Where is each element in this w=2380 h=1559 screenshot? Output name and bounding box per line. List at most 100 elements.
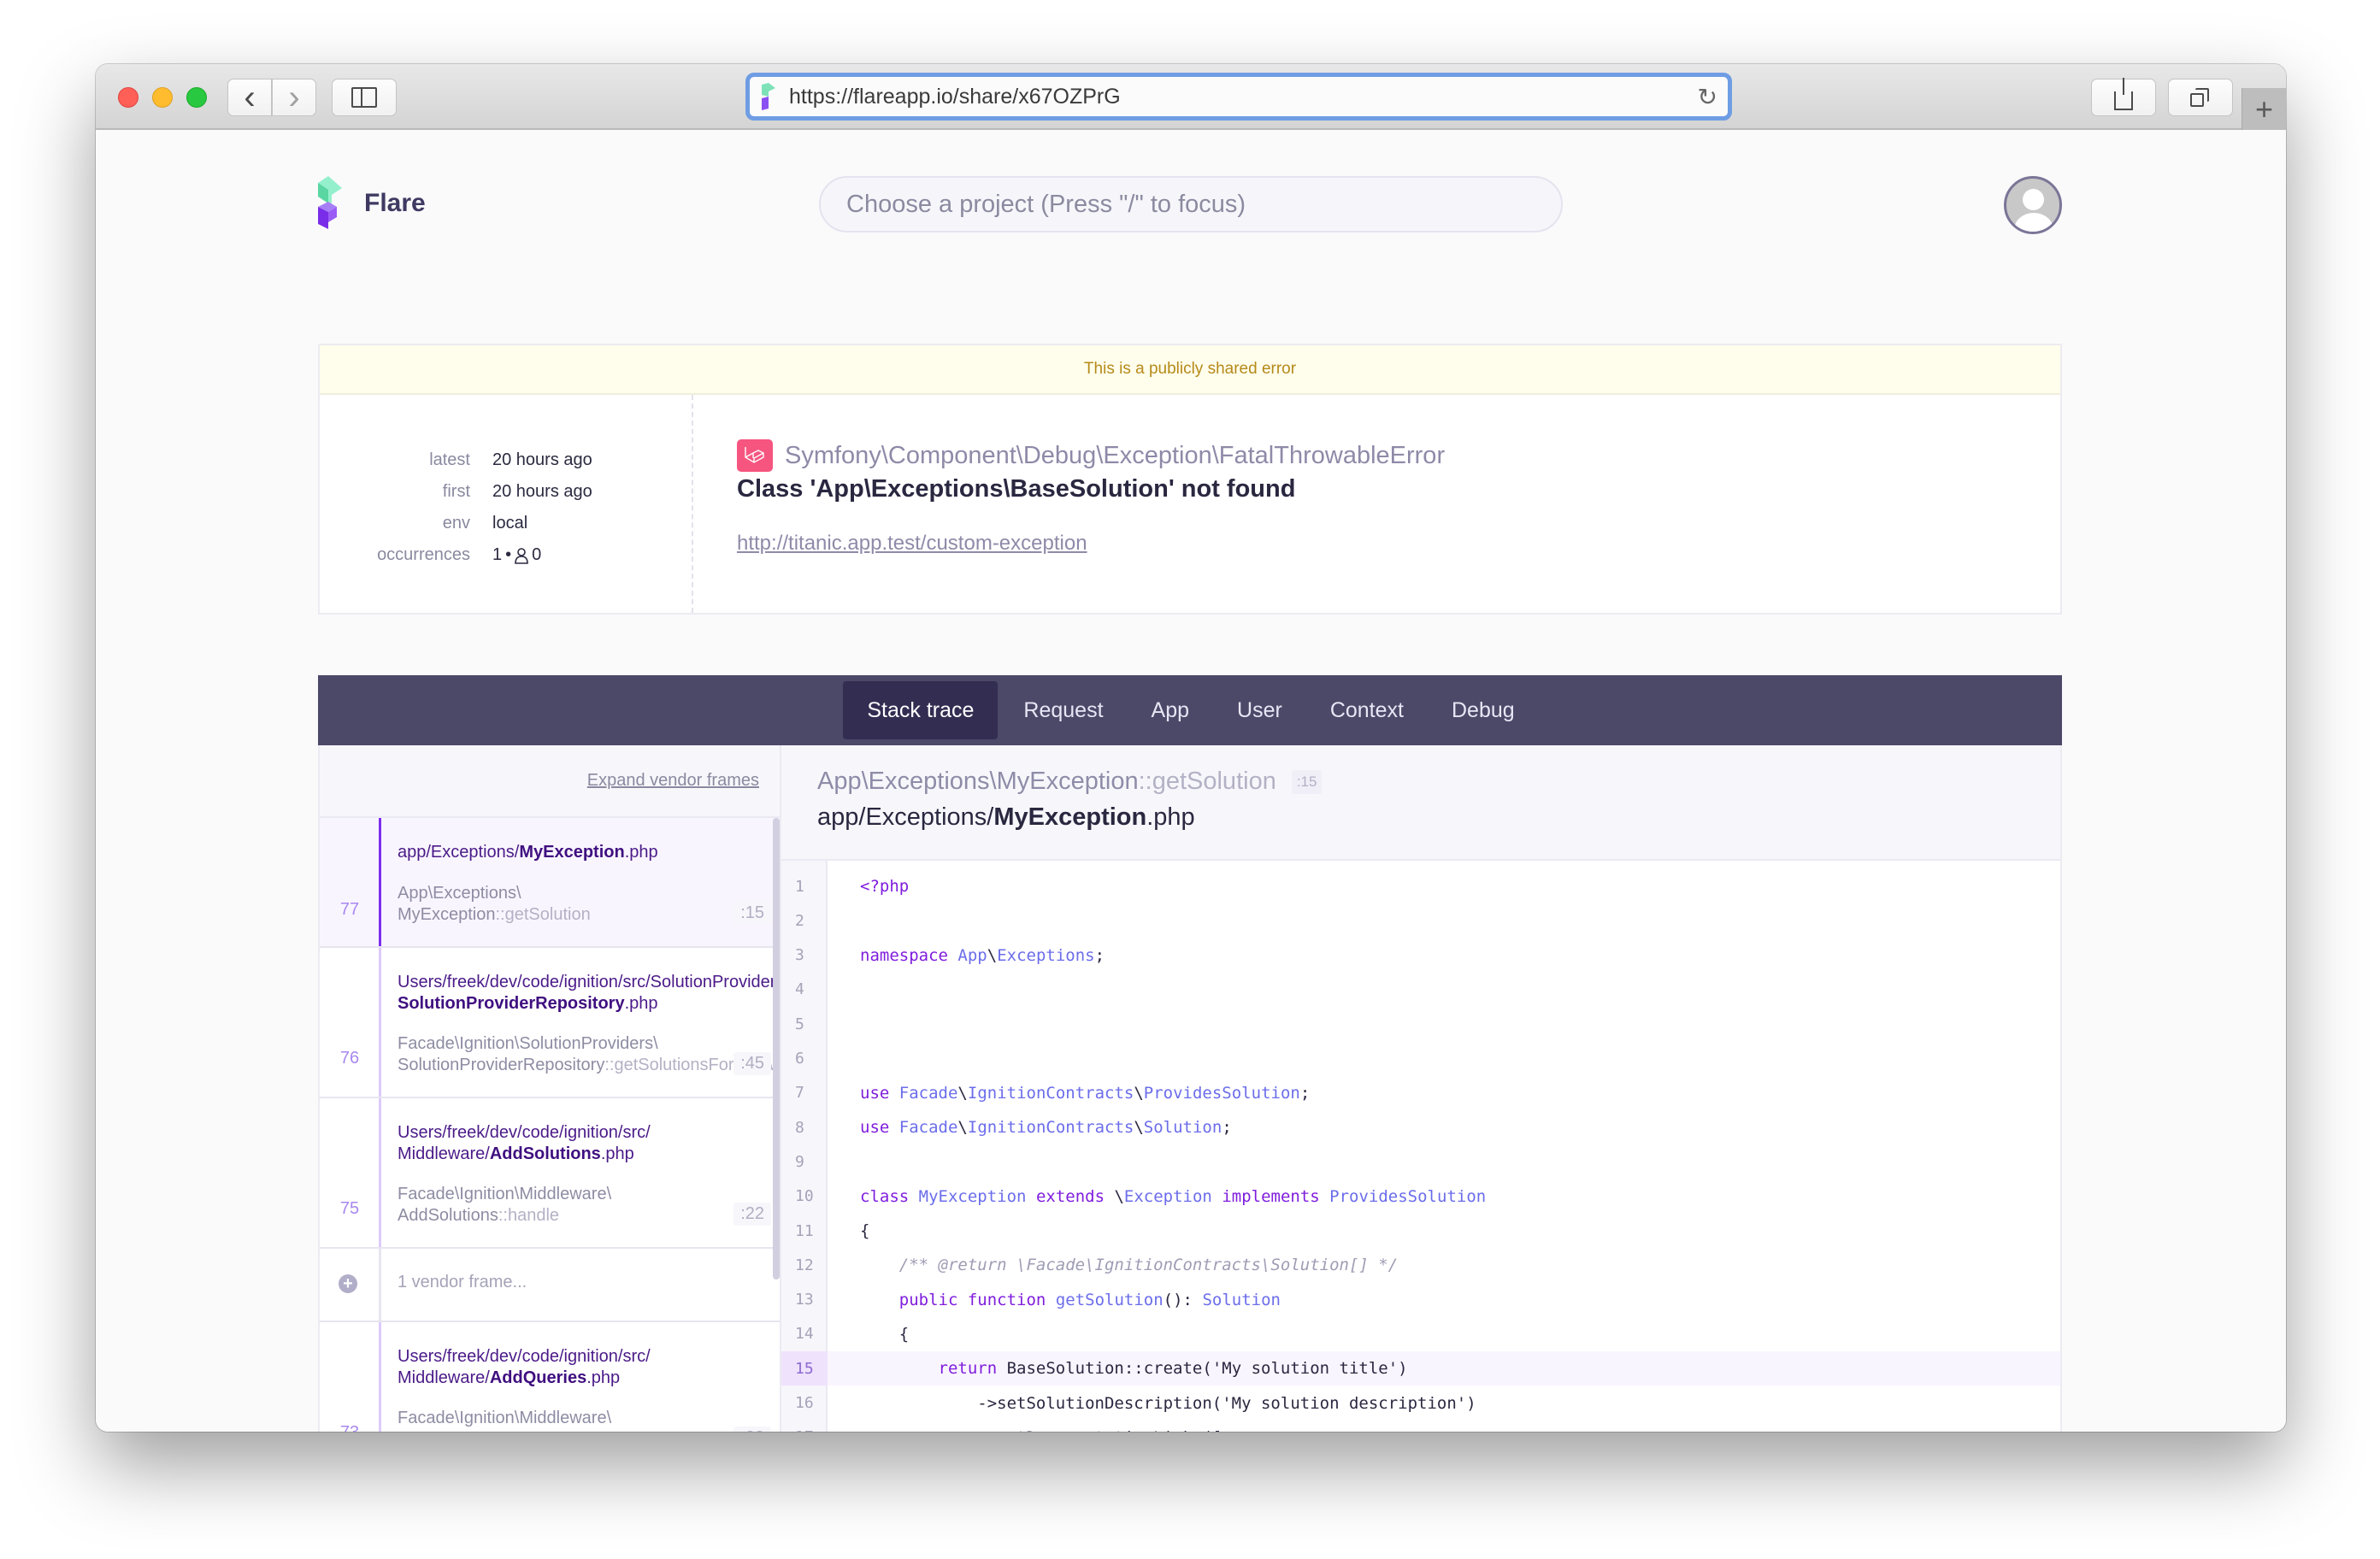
code-line-badge: :15	[1291, 769, 1323, 794]
stack-frame[interactable]: 77 app/Exceptions/MyException.php App\Ex…	[320, 818, 780, 948]
line-number[interactable]: 15	[781, 1351, 828, 1386]
code-text: use Facade\IgnitionContracts\Solution;	[860, 1118, 1232, 1138]
sidebar-toggle-button[interactable]	[332, 79, 397, 116]
frame-indicator	[379, 948, 381, 1097]
share-button[interactable]	[2091, 78, 2156, 116]
address-bar[interactable]: https://flareapp.io/share/x67OZPrG ↻	[745, 73, 1732, 121]
frame-indicator	[379, 1098, 381, 1247]
code-body: 1 <?php 2 3 namespace App\Exceptions; 4 5 6 7 use…	[781, 861, 2060, 1432]
line-number[interactable]: 14	[781, 1325, 828, 1343]
line-number[interactable]: 13	[781, 1291, 828, 1309]
line-number[interactable]: 11	[781, 1222, 828, 1240]
exception-class: Symfony\Component\Debug\Exception\FatalT…	[785, 441, 1446, 469]
frame-number: 77	[339, 900, 360, 919]
new-tab-button[interactable]: +	[2242, 88, 2286, 130]
code-line: 7 use Facade\IgnitionContracts\ProvidesSo…	[781, 1076, 2060, 1110]
stack-frame[interactable]: 76 Users/freek/dev/code/ignition/src/Sol…	[320, 948, 780, 1098]
line-number[interactable]: 5	[781, 1015, 828, 1033]
line-number[interactable]: 10	[781, 1187, 828, 1205]
code-viewer: App\Exceptions\MyException::getSolution …	[781, 745, 2060, 1432]
line-number[interactable]: 8	[781, 1119, 828, 1137]
user-icon	[515, 547, 528, 564]
vendor-frames-toggle[interactable]: + 1 vendor frame...	[320, 1249, 780, 1322]
flare-favicon-icon	[760, 83, 777, 110]
expand-vendor-frames-link[interactable]: Expand vendor frames	[587, 771, 759, 791]
browser-toolbar: ‹ › https://flareapp.io/share/x67OZPrG ↻	[96, 64, 2286, 130]
flare-logo[interactable]: Flare	[318, 176, 426, 231]
code-line: 10 class MyException extends \Exception i…	[781, 1180, 2060, 1214]
code-line: 4	[781, 973, 2060, 1007]
exception-message: Class 'App\Exceptions\BaseSolution' not …	[737, 475, 1296, 503]
minimize-window-button[interactable]	[152, 87, 173, 108]
frame-number: 73	[320, 1423, 380, 1432]
frame-file: app/Exceptions/MyException.php	[398, 843, 658, 862]
line-number[interactable]: 2	[781, 912, 828, 930]
tab-app[interactable]: App	[1129, 681, 1211, 739]
tab-debug[interactable]: Debug	[1429, 681, 1537, 739]
line-number[interactable]: 4	[781, 980, 828, 998]
code-text: ->setSolutionDescription('My solution de…	[860, 1393, 1476, 1413]
code-text: return BaseSolution::create('My solution…	[938, 1359, 1408, 1379]
request-url-link[interactable]: http://titanic.app.test/custom-exception	[737, 532, 1087, 556]
tabs-overview-icon	[2190, 88, 2211, 107]
frame-number: 75	[339, 1199, 360, 1218]
frame-indicator	[379, 1249, 381, 1321]
frames-header: Expand vendor frames	[320, 745, 780, 818]
code-header: App\Exceptions\MyException::getSolution …	[781, 745, 2060, 861]
separator-dot: •	[505, 545, 512, 564]
meta-value: 20 hours ago	[492, 482, 592, 501]
tab-context[interactable]: Context	[1308, 681, 1426, 739]
error-meta: latest 20 hours ago first 20 hours ago e…	[320, 395, 693, 613]
tab-request[interactable]: Request	[1001, 681, 1125, 739]
code-text: use Facade\IgnitionContracts\ProvidesSol…	[860, 1083, 1311, 1103]
chevron-right-icon: ›	[288, 79, 300, 116]
error-details: Symfony\Component\Debug\Exception\FatalT…	[737, 395, 2060, 613]
code-line: 9	[781, 1144, 2060, 1179]
avatar-head-icon	[2023, 189, 2044, 210]
flare-logo-icon	[318, 176, 342, 229]
forward-button[interactable]: ›	[272, 79, 316, 116]
line-number[interactable]: 3	[781, 946, 828, 964]
frames-list: Expand vendor frames 77 app/Exceptions/M…	[320, 745, 781, 1432]
tab-user[interactable]: User	[1215, 681, 1305, 739]
code-method-title: App\Exceptions\MyException::getSolution …	[817, 768, 1323, 796]
tab-stack-trace[interactable]: Stack trace	[843, 681, 999, 739]
line-number[interactable]: 7	[781, 1084, 828, 1102]
line-number[interactable]: 17	[781, 1428, 828, 1432]
back-button[interactable]: ‹	[227, 79, 272, 116]
laravel-icon	[737, 439, 773, 472]
frame-number: 76	[339, 1049, 360, 1068]
error-summary-card: This is a publicly shared error latest 2…	[318, 344, 2062, 615]
line-number[interactable]: 6	[781, 1050, 828, 1068]
code-text: public function getSolution(): Solution	[898, 1290, 1281, 1309]
meta-row-occurrences: occurrences 1 • 0	[320, 539, 692, 571]
code-line: 6	[781, 1042, 2060, 1076]
line-number[interactable]: 12	[781, 1256, 828, 1274]
code-file-path: app/Exceptions/MyException.php	[817, 803, 1195, 831]
frame-file: Users/freek/dev/code/ignition/src/Middle…	[398, 1347, 651, 1387]
stack-frame[interactable]: 73 Users/freek/dev/code/ignition/src/Mid…	[320, 1322, 780, 1432]
tab-overview-button[interactable]	[2168, 79, 2233, 116]
frame-method: Facade\Ignition\Middleware\AddQueries::h…	[398, 1409, 612, 1432]
project-search-input[interactable]	[819, 176, 1563, 232]
code-text: /** @return \Facade\IgnitionContracts\So…	[860, 1256, 1399, 1275]
code-line: 3 namespace App\Exceptions;	[781, 938, 2060, 973]
frame-line-number: :45	[733, 1052, 771, 1075]
line-number[interactable]: 1	[781, 878, 828, 896]
error-tabs: Stack trace Request App User Context Deb…	[318, 675, 2062, 745]
line-number[interactable]: 16	[781, 1394, 828, 1412]
app-name: Flare	[364, 189, 426, 217]
close-window-button[interactable]	[118, 87, 138, 108]
code-text: {	[860, 1221, 870, 1240]
meta-value: 20 hours ago	[492, 450, 592, 469]
code-line: 17 ->setDocumentationLinks([	[781, 1421, 2060, 1432]
line-number[interactable]: 9	[781, 1153, 828, 1171]
stack-frame[interactable]: 75 Users/freek/dev/code/ignition/src/Mid…	[320, 1098, 780, 1249]
plus-icon: +	[2254, 91, 2274, 126]
zoom-window-button[interactable]	[186, 87, 207, 108]
frames-scrollbar[interactable]	[773, 818, 780, 1280]
code-line: 8 use Facade\IgnitionContracts\Solution;	[781, 1110, 2060, 1144]
user-avatar[interactable]	[2004, 176, 2062, 234]
reload-icon[interactable]: ↻	[1698, 83, 1717, 111]
url-text[interactable]: https://flareapp.io/share/x67OZPrG	[789, 85, 1121, 109]
